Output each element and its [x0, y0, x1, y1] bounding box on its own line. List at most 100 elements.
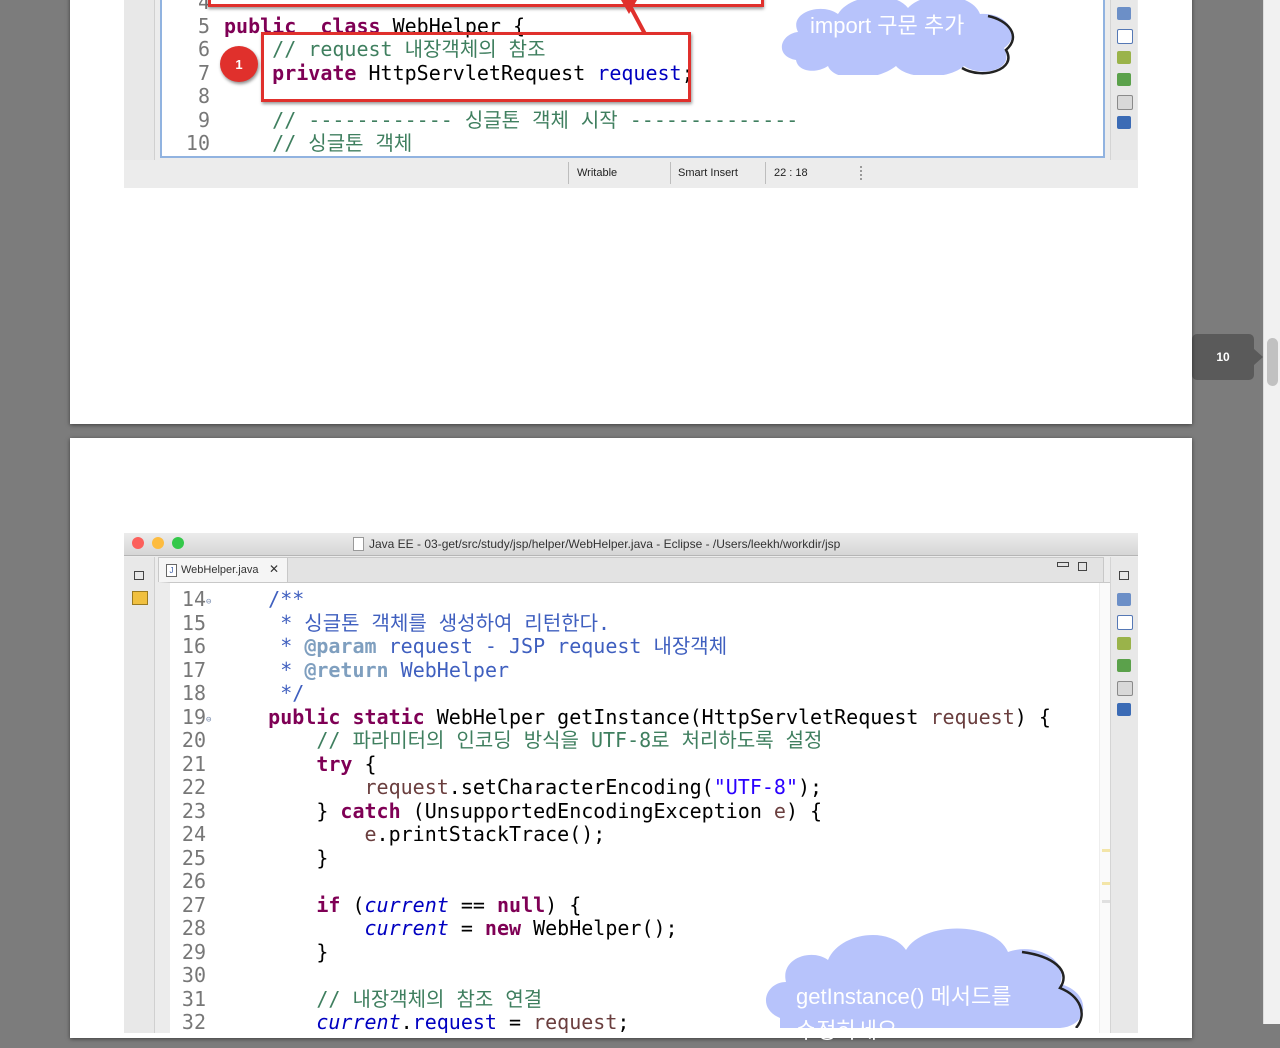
code-token: // 내장객체의 참조 연결 — [316, 986, 543, 1011]
scrollbar-thumb[interactable] — [1267, 338, 1278, 386]
page-number-badge: 10 — [1192, 334, 1254, 380]
code-token: if — [316, 892, 341, 917]
data-source-icon[interactable] — [1117, 73, 1131, 86]
code-line: 23 } catch (UnsupportedEncodingException… — [170, 798, 1051, 824]
restore-icon[interactable] — [134, 571, 144, 580]
left-trim — [124, 0, 155, 170]
line-number: 23 — [181, 798, 206, 823]
minimize-window-button[interactable] — [152, 537, 164, 549]
code-token: try — [316, 751, 353, 776]
code-line: 27 if (current == null) { — [170, 892, 1051, 918]
servers-icon[interactable] — [1117, 637, 1131, 650]
maximize-editor-icon[interactable] — [1078, 562, 1087, 571]
code-token: WebHelper getInstance(HttpServletRequest — [424, 704, 931, 729]
code-line: 24 e.printStackTrace(); — [170, 822, 1051, 847]
data-source-icon[interactable] — [1117, 659, 1131, 672]
fold-marker-icon[interactable]: ⊖ — [206, 709, 220, 733]
code-token: request - JSP request 내장객체 — [376, 634, 728, 658]
minimize-editor-icon[interactable] — [1057, 562, 1069, 567]
code-token: "UTF-8" — [713, 775, 798, 799]
console-icon[interactable] — [1117, 615, 1133, 630]
code-token: ); — [798, 775, 823, 799]
code-token: current — [316, 1010, 401, 1033]
problems-icon[interactable] — [1117, 703, 1131, 716]
code-line: 9 // ------------ 싱글톤 객체 시작 ------------… — [174, 107, 798, 133]
code-line: 18 */ — [170, 681, 1051, 706]
code-token: ; — [617, 1010, 630, 1033]
fold-marker-icon[interactable]: ⊖ — [206, 591, 220, 615]
ruler-mark — [1102, 882, 1110, 885]
problems-icon[interactable] — [1117, 116, 1131, 129]
code-line: 15 * 싱글톤 객체를 생성하여 리턴한다. — [170, 610, 1051, 636]
code-token: request — [533, 1010, 618, 1033]
line-number: 24 — [181, 822, 206, 846]
scrollbar-track[interactable] — [1263, 0, 1280, 1024]
code-token: ) { — [545, 892, 582, 917]
snippets-icon[interactable] — [1117, 95, 1133, 110]
code-token: */ — [280, 681, 305, 705]
line-number: 10 — [185, 131, 210, 155]
code-token: } — [316, 845, 329, 870]
code-token: ) { — [785, 798, 823, 823]
code-line: 25 } — [170, 845, 1051, 871]
outline-icon[interactable] — [1117, 7, 1131, 20]
close-tab-icon[interactable]: ✕ — [269, 562, 279, 576]
right-trim-bottom — [1110, 557, 1138, 1033]
code-token: // 싱글톤 객체 — [272, 131, 413, 155]
code-token: . — [400, 1010, 413, 1033]
code-token: ( — [340, 892, 365, 917]
code-token: // 파라미터의 인코딩 방식을 UTF-8로 처리하도록 설정 — [316, 728, 823, 752]
code-token: WebHelper — [388, 657, 510, 682]
line-number: 28 — [181, 916, 206, 940]
snippets-icon[interactable] — [1117, 681, 1133, 696]
code-token: * — [280, 634, 305, 658]
code-token: request — [930, 704, 1015, 729]
close-window-button[interactable] — [132, 537, 144, 549]
code-token: current — [364, 916, 449, 940]
line-number: 31 — [181, 986, 206, 1011]
code-token: } — [316, 939, 329, 964]
code-token: } — [316, 798, 341, 823]
ruler-mark — [1102, 849, 1110, 852]
ruler-mark — [1102, 900, 1110, 903]
servers-icon[interactable] — [1117, 51, 1131, 64]
code-token: public — [268, 704, 341, 729]
package-explorer-icon[interactable] — [132, 591, 148, 605]
editor-tab-bar: J WebHelper.java ✕ — [158, 557, 1104, 582]
status-cursor-position: 22 : 18 — [774, 167, 808, 179]
console-icon[interactable] — [1117, 29, 1133, 44]
restore-icon-right[interactable] — [1119, 571, 1129, 580]
highlight-box-import — [208, 0, 764, 7]
outline-icon[interactable] — [1117, 593, 1131, 606]
code-line: 26 — [170, 869, 1051, 894]
code-token: static — [352, 704, 425, 729]
code-token: request — [364, 775, 449, 799]
code-token: * 싱글톤 객체를 생성하여 리턴한다. — [280, 610, 611, 635]
code-token: current — [364, 892, 449, 917]
cloud-text-getinstance: getInstance() 메서드를 수정하세요 — [796, 984, 1012, 1043]
document-icon — [353, 537, 364, 551]
tab-webhelper-java[interactable]: J WebHelper.java ✕ — [159, 558, 288, 582]
zoom-window-button[interactable] — [172, 537, 184, 549]
code-token: new — [484, 916, 522, 940]
cloud-text-import: import 구문 추가 — [810, 13, 965, 38]
line-number: 9 — [197, 107, 210, 132]
line-number: 32 — [181, 1010, 206, 1033]
code-token: = — [496, 1010, 534, 1033]
line-number: 29 — [181, 939, 206, 964]
